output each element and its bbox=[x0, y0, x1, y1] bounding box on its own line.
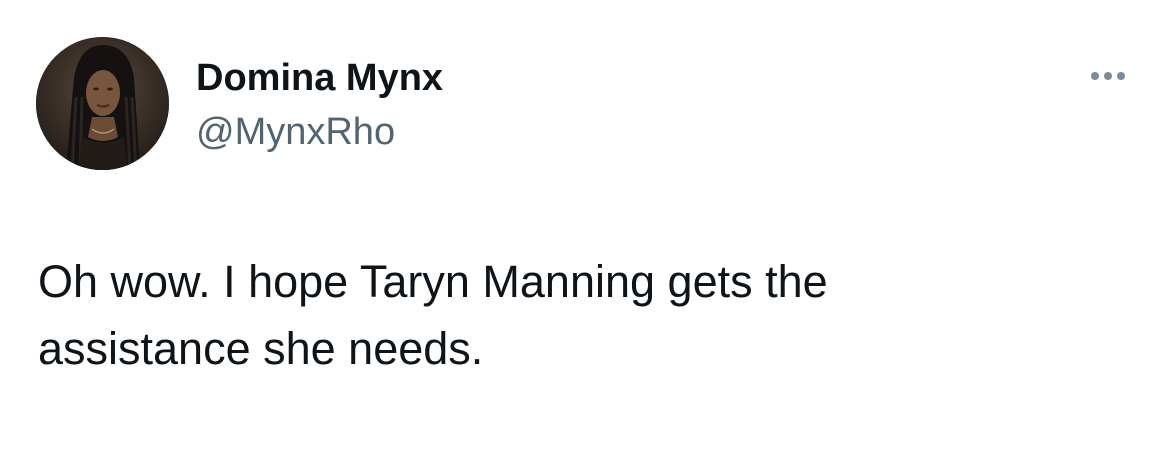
author-display-name[interactable]: Domina Mynx bbox=[196, 56, 443, 100]
more-options-button[interactable] bbox=[1080, 62, 1136, 90]
more-options-icon bbox=[1091, 72, 1099, 80]
author-handle[interactable]: @MynxRho bbox=[196, 110, 395, 154]
more-options-dot bbox=[1117, 72, 1125, 80]
profile-photo-icon bbox=[36, 37, 169, 170]
more-options-dot bbox=[1104, 72, 1112, 80]
tweet: Domina Mynx @MynxRho Oh wow. I hope Tary… bbox=[0, 0, 1170, 461]
avatar[interactable] bbox=[36, 37, 169, 170]
tweet-text: Oh wow. I hope Taryn Manning gets the as… bbox=[38, 256, 828, 374]
